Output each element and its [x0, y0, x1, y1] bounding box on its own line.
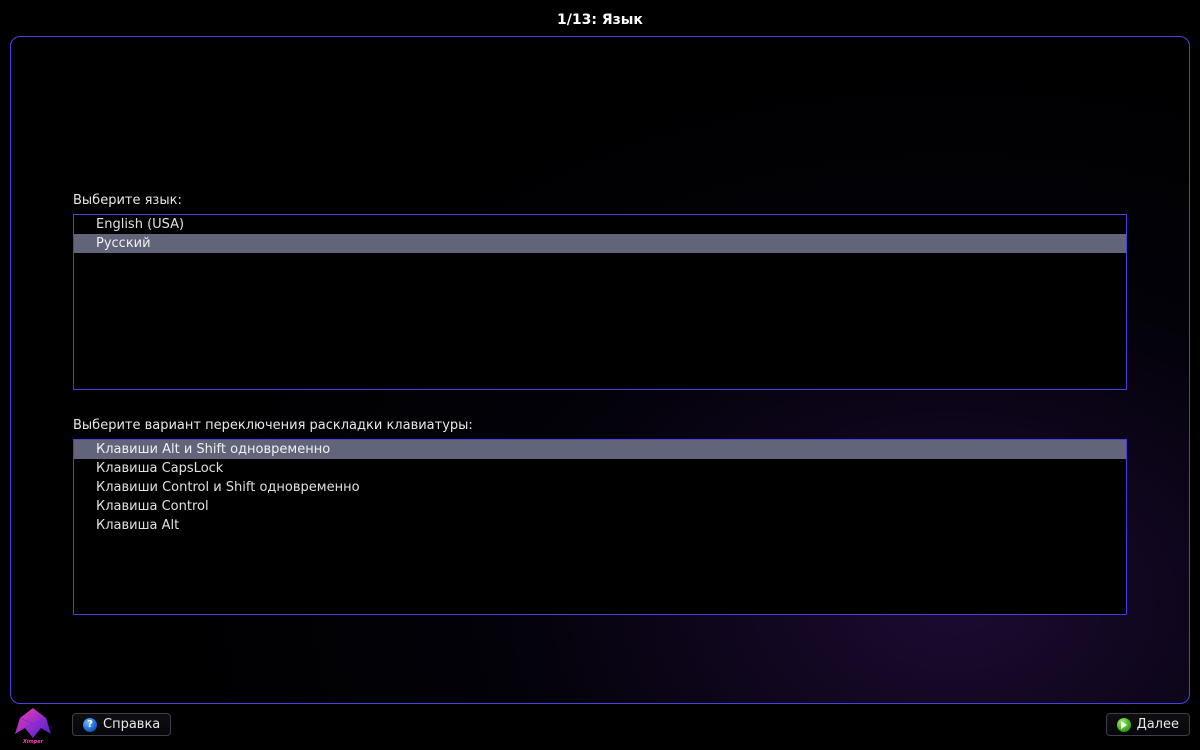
footer-bar: Ximper ? Справка Далее — [10, 708, 1190, 744]
help-button-label: Справка — [103, 717, 160, 732]
help-icon: ? — [83, 718, 97, 732]
layout-switch-item[interactable]: Клавиша Alt — [74, 516, 1126, 535]
svg-text:Ximper: Ximper — [22, 739, 44, 744]
distro-logo-icon: Ximper — [10, 704, 56, 744]
arrow-right-icon — [1117, 718, 1131, 732]
layout-switch-item[interactable]: Клавиши Alt и Shift одновременно — [74, 440, 1126, 459]
next-button-label: Далее — [1137, 717, 1179, 732]
language-item[interactable]: English (USA) — [74, 215, 1126, 234]
main-panel: Выберите язык: English (USA)Русский Выбе… — [10, 36, 1190, 704]
layout-switch-item[interactable]: Клавиша CapsLock — [74, 459, 1126, 478]
language-listbox[interactable]: English (USA)Русский — [73, 214, 1127, 390]
layout-switch-label: Выберите вариант переключения раскладки … — [73, 418, 1127, 433]
language-label: Выберите язык: — [73, 193, 1127, 208]
layout-switch-item[interactable]: Клавиша Control — [74, 497, 1126, 516]
layout-switch-item[interactable]: Клавиши Control и Shift одновременно — [74, 478, 1126, 497]
next-button[interactable]: Далее — [1106, 713, 1190, 736]
help-button[interactable]: ? Справка — [72, 713, 171, 736]
language-item[interactable]: Русский — [74, 234, 1126, 253]
page-title: 1/13: Язык — [0, 12, 1200, 28]
layout-switch-listbox[interactable]: Клавиши Alt и Shift одновременноКлавиша … — [73, 439, 1127, 615]
